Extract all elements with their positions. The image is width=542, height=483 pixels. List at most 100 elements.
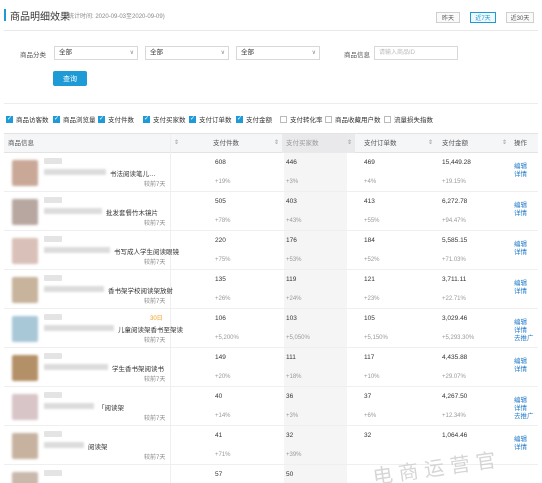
product-thumbnail[interactable] [12,355,38,381]
pay-qty-value: 57 [215,471,223,478]
range-30days-button[interactable]: 近30天 [506,12,534,23]
row-actions: 编辑 详情 [514,241,527,257]
pay-buyers-change: +24% [286,296,302,302]
product-thumbnail[interactable] [12,394,38,420]
row-action-link[interactable]: 编辑 [514,280,527,288]
row-action-link[interactable]: 详情 [514,327,534,335]
row-action-link[interactable]: 去推广 [514,335,534,343]
pay-orders-value: 117 [364,354,375,361]
pay-buyers-change: +3% [286,413,299,419]
row-action-link[interactable]: 详情 [514,249,527,257]
pay-orders-change: +55% [364,218,380,224]
category-select-2[interactable]: 全部 ∨ [145,46,229,60]
pay-buyers-change: +5,050% [286,335,310,341]
pay-amount-change: +29.07% [442,374,466,380]
metric-visitors-checkbox[interactable]: ✓ 商品访客数 [6,114,49,124]
product-name[interactable]: 批发套餐竹木镜片 [106,207,226,217]
product-thumbnail[interactable] [12,472,38,483]
product-name[interactable]: 儿童阅读架香书至架读 [118,324,238,334]
chevron-down-icon: ∨ [311,50,316,56]
product-thumbnail[interactable] [12,199,38,225]
metric-favorites-checkbox[interactable]: 商品收藏用户数 [325,114,381,124]
col-pay-qty[interactable]: 支付件数 ⇕ [209,134,282,153]
page-header: 商品明细效果 (统计时间: 2020-09-03至2020-09-09) 昨天 … [0,0,542,30]
product-name-redacted [44,286,104,292]
product-name[interactable]: 阅读架 [88,441,208,451]
checkbox-unchecked-icon [325,115,332,123]
product-name[interactable]: 「阅读架 [98,402,218,412]
compare-period: 较前7天 [144,299,166,305]
row-action-link[interactable]: 编辑 [514,319,534,327]
pay-buyers-value: 111 [286,354,296,361]
range-yesterday-button[interactable]: 昨天 [436,12,460,23]
pay-amount-change: +5,293.30% [442,335,475,341]
pay-buyers-value: 119 [286,276,297,283]
col-product-info[interactable]: 商品信息 ⇕ [4,134,182,153]
pay-buyers-value: 32 [286,432,294,439]
pay-qty-change: +78% [215,218,231,224]
product-thumbnail[interactable] [12,433,38,459]
pay-amount-value: 6,272.78 [442,198,468,205]
product-id-redacted [44,158,62,164]
product-thumbnail[interactable] [12,238,38,264]
product-thumbnail[interactable] [12,277,38,303]
row-action-link[interactable]: 详情 [514,210,527,218]
row-action-link[interactable]: 编辑 [514,241,527,249]
row-action-link[interactable]: 详情 [514,405,534,413]
sort-icon[interactable]: ⇕ [174,134,179,153]
sort-icon[interactable]: ⇕ [428,134,433,153]
row-action-link[interactable]: 详情 [514,288,527,296]
col-pay-amount[interactable]: 支付金额 ⇕ [438,134,510,153]
row-action-link[interactable]: 详情 [514,444,527,452]
title-accent-bar [4,9,6,21]
row-action-link[interactable]: 编辑 [514,397,534,405]
metric-pay-qty-checkbox[interactable]: ✓ 支付件数 [98,114,134,124]
product-thumbnail[interactable] [12,316,38,342]
row-action-link[interactable]: 编辑 [514,436,527,444]
row-action-link[interactable]: 编辑 [514,202,527,210]
sort-icon[interactable]: ⇕ [347,134,352,153]
pay-amount-change: +22.71% [442,296,466,302]
query-button[interactable]: 查询 [53,71,87,86]
pay-amount-change: +71.03% [442,257,466,263]
row-action-link[interactable]: 编辑 [514,358,527,366]
product-id-input[interactable]: 请输入商品ID [374,46,458,60]
table-row: 学生香书架阅读书 较前7天 149 +20% 111 +18% 117 +10% 4,435.8… [4,348,538,387]
col-pay-orders[interactable]: 支付订单数 ⇕ [360,134,436,153]
metric-traffic-loss-checkbox[interactable]: 流量损失指数 [384,114,433,124]
row-actions: 编辑 详情 [514,280,527,296]
metric-pay-buyers-checkbox[interactable]: ✓ 支付买家数 [143,114,186,124]
sort-icon[interactable]: ⇕ [502,134,507,153]
pay-orders-value: 121 [364,276,375,283]
pay-buyers-value: 50 [286,471,294,478]
pay-amount-value: 3,711.11 [442,276,467,283]
sort-icon[interactable]: ⇕ [274,134,279,153]
row-action-link[interactable]: 详情 [514,366,527,374]
pay-orders-change: +10% [364,374,380,380]
metric-pay-amount-checkbox[interactable]: ✓ 支付金额 [236,114,272,124]
compare-period: 较前7天 [144,260,166,266]
pay-qty-value: 608 [215,159,226,166]
row-actions: 编辑 详情 去推广 [514,319,534,343]
metric-pay-orders-checkbox[interactable]: ✓ 支付订单数 [189,114,232,124]
col-actions: 操作 [514,140,527,147]
row-action-link[interactable]: 去推广 [514,413,534,421]
product-thumbnail[interactable] [12,160,38,186]
category-select-3[interactable]: 全部 ∨ [236,46,320,60]
row-action-link[interactable]: 编辑 [514,163,527,171]
checkbox-checked-icon: ✓ [236,115,243,123]
product-name[interactable]: 书写成人学生阅读眼镜 [114,246,234,256]
product-name[interactable]: 书法阅读笔儿… [110,168,230,178]
product-name[interactable]: 学生香书架阅读书 [112,363,232,373]
category-select-1[interactable]: 全部 ∨ [54,46,138,60]
range-7days-button[interactable]: 近7天 [470,12,496,23]
product-name[interactable]: 香书架学校阅读架放射 [108,285,228,295]
checkbox-unchecked-icon [280,115,287,123]
metric-pageviews-checkbox[interactable]: ✓ 商品浏览量 [53,114,96,124]
pay-qty-value: 41 [215,432,223,439]
product-name-redacted [44,442,84,448]
pay-orders-value: 37 [364,393,372,400]
pay-amount-value: 5,585.15 [442,237,468,244]
metric-conversion-checkbox[interactable]: 支付转化率 [280,114,323,124]
row-action-link[interactable]: 详情 [514,171,527,179]
